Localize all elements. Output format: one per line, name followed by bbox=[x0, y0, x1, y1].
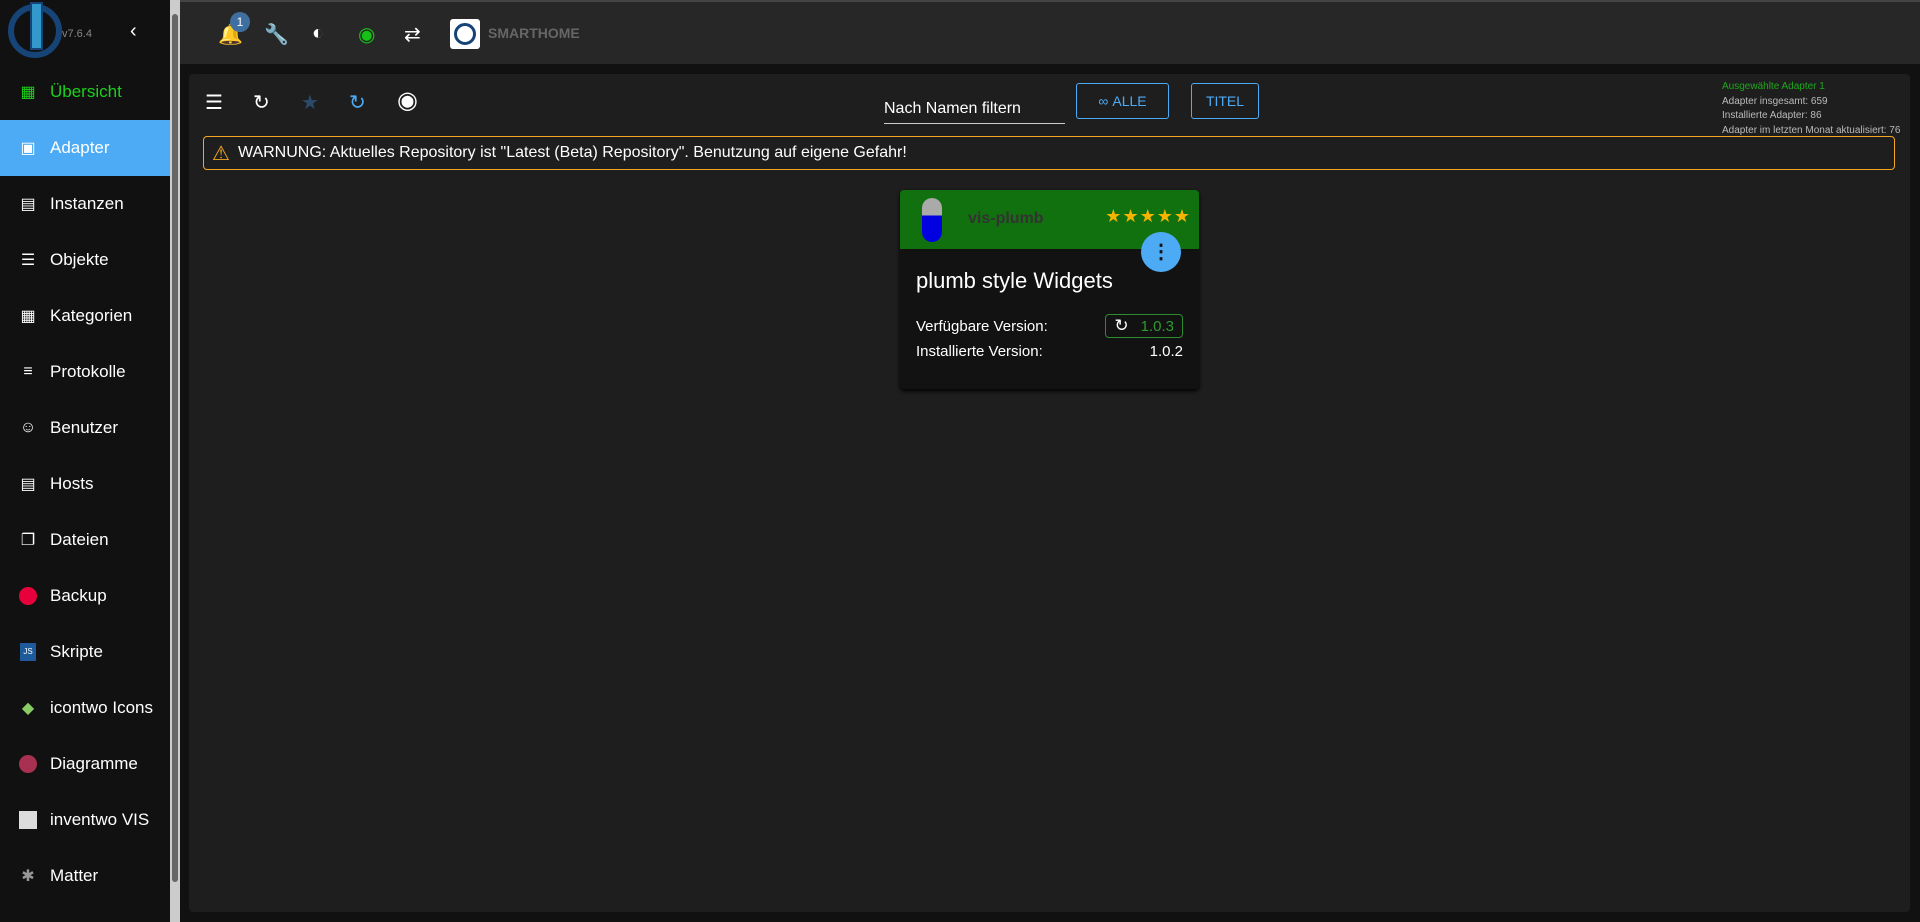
sidebar-item-label: Protokolle bbox=[50, 362, 126, 381]
stats-selected: Ausgewählte Adapter 1 bbox=[1722, 81, 1825, 92]
refresh-icon[interactable]: ↻ bbox=[253, 90, 270, 115]
sidebar-item-label: Dateien bbox=[50, 530, 109, 549]
expert-mode-head-icon[interactable]: ◉ bbox=[358, 22, 375, 47]
star-icon: ★ bbox=[1105, 206, 1123, 226]
adapter-icon bbox=[922, 198, 942, 242]
sidebar-item-label: Matter bbox=[50, 866, 99, 885]
brand-logo bbox=[450, 19, 480, 49]
sidebar-item-kategorien[interactable]: ▦ Kategorien bbox=[0, 288, 170, 344]
iobroker-logo bbox=[8, 2, 62, 58]
collapse-sidebar-icon[interactable]: ‹ bbox=[130, 20, 137, 43]
sidebar-item-backup[interactable]: Backup bbox=[0, 568, 170, 624]
sidebar-item-label: Übersicht bbox=[50, 82, 122, 101]
log-icon: ≡ bbox=[23, 363, 33, 380]
sidebar-item-instanzen[interactable]: ▤ Instanzen bbox=[0, 176, 170, 232]
adapters-panel: ☰ ↻ ★ ↻ ◉ ∞ALLE TITEL Ausgewählte Adapte… bbox=[189, 74, 1910, 912]
update-button[interactable]: ↻ 1.0.3 bbox=[1105, 314, 1183, 338]
adapter-card: vis-plumb ★★★★★ ⋮ plumb style Widgets Ve… bbox=[900, 190, 1199, 389]
sync-off-icon[interactable]: ⇄ bbox=[404, 22, 421, 47]
brand-name: SMARTHOME bbox=[488, 25, 580, 41]
sidebar-item-icontwo-icons[interactable]: ◆ icontwo Icons bbox=[0, 680, 170, 736]
star-icon: ★ bbox=[1173, 206, 1191, 226]
rating-stars[interactable]: ★★★★★ bbox=[1105, 206, 1191, 227]
more-menu-button[interactable]: ⋮ bbox=[1141, 232, 1181, 272]
star-icon: ★ bbox=[1139, 206, 1157, 226]
title-button[interactable]: TITEL bbox=[1191, 83, 1259, 119]
all-button[interactable]: ∞ ALLE bbox=[1076, 83, 1169, 119]
top-bar: 🔔 1 🔧 ◐ ◉ ⇄ SMARTHOME bbox=[180, 0, 1920, 64]
all-label: ALLE bbox=[1112, 93, 1147, 109]
sidebar-item-label: Adapter bbox=[50, 138, 110, 157]
javascript-icon: JS bbox=[18, 642, 38, 662]
sidebar-item-label: Benutzer bbox=[50, 418, 119, 437]
sidebar-scrollbar[interactable] bbox=[170, 0, 180, 922]
sidebar-item-label: Backup bbox=[50, 586, 107, 605]
list-icon: ☰ bbox=[20, 252, 36, 269]
categories-icon: ▦ bbox=[20, 308, 36, 325]
star-icon: ★ bbox=[1122, 206, 1140, 226]
sidebar-item-matter[interactable]: ✱ Matter bbox=[0, 848, 170, 904]
sidebar-item-benutzer[interactable]: ☺ Benutzer bbox=[0, 400, 170, 456]
sidebar-item-dateien[interactable]: ❐ Dateien bbox=[0, 512, 170, 568]
sidebar-item-label: Instanzen bbox=[50, 194, 124, 213]
adapter-name: vis-plumb bbox=[968, 210, 1044, 227]
scrollbar-thumb[interactable] bbox=[172, 14, 178, 882]
beta-warning: ⚠ WARNUNG: Aktuelles Repository ist "Late… bbox=[203, 136, 1895, 170]
stats-installed: Installierte Adapter: 86 bbox=[1722, 110, 1822, 121]
update-history-icon[interactable]: ↻ bbox=[349, 90, 366, 115]
sidebar-item-label: inventwo VIS bbox=[50, 810, 150, 829]
inventwo-icon bbox=[18, 810, 38, 830]
sidebar-item-label: Skripte bbox=[50, 642, 103, 661]
adapter-stats: Ausgewählte Adapter 1 Adapter insgesamt:… bbox=[1722, 80, 1900, 138]
sidebar-item-label: Objekte bbox=[50, 250, 109, 269]
sidebar-item-inventwo-vis[interactable]: inventwo VIS bbox=[0, 792, 170, 848]
stats-total: Adapter insgesamt: 659 bbox=[1722, 95, 1828, 107]
available-version: 1.0.3 bbox=[1140, 317, 1174, 335]
server-icon: ▤ bbox=[20, 476, 36, 493]
installed-version: 1.0.2 bbox=[1149, 343, 1183, 360]
backup-icon bbox=[18, 586, 38, 606]
installed-version-row: Installierte Version: 1.0.2 bbox=[916, 343, 1183, 360]
sidebar-item-skripte[interactable]: JS Skripte bbox=[0, 624, 170, 680]
sidebar-nav: ▦ Übersicht ▣ Adapter ▤ Instanzen ☰ Objekte ▦ Kat… bbox=[0, 64, 170, 904]
icontwo-icon: ◆ bbox=[21, 700, 35, 717]
star-icon: ★ bbox=[1156, 206, 1174, 226]
sidebar-item-label: Hosts bbox=[50, 474, 94, 493]
refresh-icon: ↻ bbox=[1114, 316, 1129, 335]
warning-text: WARNUNG: Aktuelles Repository ist "Lates… bbox=[237, 144, 907, 161]
sidebar-item-label: Kategorien bbox=[50, 306, 133, 325]
sidebar-item-label: Diagramme bbox=[50, 754, 138, 773]
adapter-title: plumb style Widgets bbox=[916, 268, 1113, 293]
name-filter-input[interactable] bbox=[884, 94, 1065, 124]
theme-toggle-icon[interactable]: ◐ bbox=[312, 22, 324, 45]
card-header: vis-plumb ★★★★★ ⋮ bbox=[900, 190, 1199, 272]
instances-icon: ▤ bbox=[20, 196, 36, 213]
sidebar-item-hosts[interactable]: ▤ Hosts bbox=[0, 456, 170, 512]
sidebar-item-adapter[interactable]: ▣ Adapter bbox=[0, 120, 170, 176]
matter-icon: ✱ bbox=[21, 868, 35, 885]
sidebar-item-diagramme[interactable]: Diagramme bbox=[0, 736, 170, 792]
available-version-label: Verfügbare Version: bbox=[916, 317, 1048, 335]
files-icon: ❐ bbox=[20, 532, 36, 549]
infinity-icon: ∞ bbox=[1098, 93, 1109, 109]
installed-version-label: Installierte Version: bbox=[916, 343, 1043, 360]
version-label: v7.6.4 bbox=[62, 28, 92, 40]
available-version-row: Verfügbare Version: ↻ 1.0.3 bbox=[916, 314, 1183, 338]
star-icon[interactable]: ★ bbox=[301, 90, 319, 115]
grid-icon: ▦ bbox=[20, 84, 36, 101]
sidebar: v7.6.4 ‹ ▦ Übersicht ▣ Adapter ▤ Instanzen ☰ Ob… bbox=[0, 0, 170, 922]
sidebar-item-übersicht[interactable]: ▦ Übersicht bbox=[0, 64, 170, 120]
github-icon[interactable]: ◉ bbox=[397, 86, 418, 115]
store-icon: ▣ bbox=[20, 140, 36, 157]
notification-badge: 1 bbox=[230, 12, 250, 32]
list-view-icon[interactable]: ☰ bbox=[205, 90, 223, 115]
warning-icon: ⚠ bbox=[212, 142, 230, 165]
user-icon: ☺ bbox=[19, 419, 37, 436]
sidebar-item-objekte[interactable]: ☰ Objekte bbox=[0, 232, 170, 288]
sidebar-item-label: icontwo Icons bbox=[50, 698, 153, 717]
charts-icon bbox=[18, 754, 38, 774]
sidebar-item-protokolle[interactable]: ≡ Protokolle bbox=[0, 344, 170, 400]
wrench-icon[interactable]: 🔧 bbox=[264, 22, 289, 47]
